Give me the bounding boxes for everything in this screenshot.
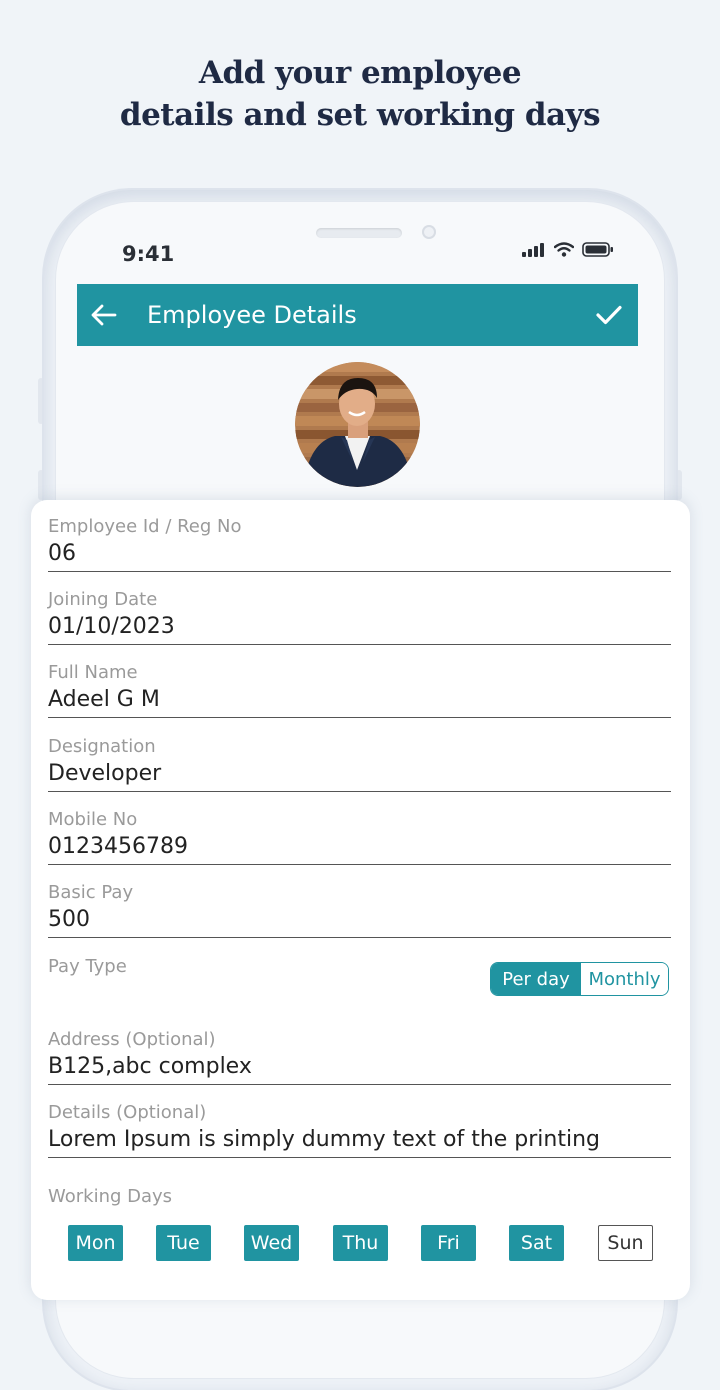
day-sun-chip[interactable]: Sun (598, 1225, 653, 1261)
field-label: Details (Optional) (48, 1102, 207, 1123)
field-value: 06 (48, 541, 76, 566)
full-name-field[interactable]: Full Name Adeel G M (48, 662, 671, 718)
pay-type-label: Pay Type (48, 956, 127, 977)
phone-camera (422, 225, 436, 239)
working-days-selector: Mon Tue Wed Thu Fri Sat Sun (68, 1225, 654, 1263)
designation-field[interactable]: Designation Developer (48, 736, 671, 792)
field-value: 500 (48, 907, 90, 932)
phone-speaker (316, 228, 402, 238)
mobile-field[interactable]: Mobile No 0123456789 (48, 809, 671, 865)
phone-side-button (676, 470, 682, 500)
day-fri-chip[interactable]: Fri (421, 1225, 476, 1261)
joining-date-field[interactable]: Joining Date 01/10/2023 (48, 589, 671, 645)
status-time: 9:41 (122, 242, 175, 266)
check-icon (596, 305, 622, 325)
avatar-photo (295, 362, 420, 487)
wifi-icon (554, 242, 574, 257)
field-label: Full Name (48, 662, 138, 683)
day-mon-chip[interactable]: Mon (68, 1225, 123, 1261)
pay-type-per-day-option[interactable]: Per day (491, 963, 581, 995)
day-wed-chip[interactable]: Wed (244, 1225, 299, 1261)
basic-pay-field[interactable]: Basic Pay 500 (48, 882, 671, 938)
field-label: Employee Id / Reg No (48, 516, 242, 537)
field-label: Address (Optional) (48, 1029, 216, 1050)
battery-icon (582, 242, 613, 257)
app-bar: Employee Details (77, 284, 638, 346)
avatar[interactable] (295, 362, 420, 487)
day-sat-chip[interactable]: Sat (509, 1225, 564, 1261)
signal-icon (522, 242, 544, 257)
headline-line-2: details and set working days (119, 97, 601, 133)
field-value: 0123456789 (48, 834, 188, 859)
headline-line-1: Add your employee (198, 55, 522, 91)
field-label: Basic Pay (48, 882, 134, 903)
save-button[interactable] (580, 284, 638, 346)
details-field[interactable]: Details (Optional) Lorem Ipsum is simply… (48, 1102, 671, 1158)
field-value: 01/10/2023 (48, 614, 175, 639)
day-thu-chip[interactable]: Thu (333, 1225, 388, 1261)
screen-title: Employee Details (147, 301, 357, 329)
day-tue-chip[interactable]: Tue (156, 1225, 211, 1261)
back-arrow-icon (91, 304, 117, 326)
address-field[interactable]: Address (Optional) B125,abc complex (48, 1029, 671, 1085)
form-card: Employee Id / Reg No 06 Joining Date 01/… (31, 500, 690, 1300)
pay-type-toggle: Per day Monthly (490, 962, 669, 996)
working-days-label: Working Days (48, 1186, 173, 1207)
field-value: Developer (48, 761, 162, 786)
back-button[interactable] (77, 284, 131, 346)
headline: Add your employee details and set workin… (0, 52, 720, 136)
field-value: Lorem Ipsum is simply dummy text of the … (48, 1127, 600, 1152)
field-label: Designation (48, 736, 156, 757)
field-label: Joining Date (48, 589, 158, 610)
field-value: B125,abc complex (48, 1054, 252, 1079)
field-label: Mobile No (48, 809, 138, 830)
status-icons (522, 242, 614, 257)
employee-id-field[interactable]: Employee Id / Reg No 06 (48, 516, 671, 572)
field-value: Adeel G M (48, 687, 160, 712)
pay-type-monthly-option[interactable]: Monthly (581, 963, 668, 995)
